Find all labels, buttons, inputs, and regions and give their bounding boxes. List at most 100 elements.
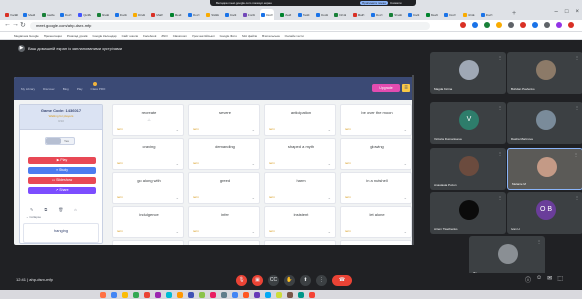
present-icon[interactable]: ⬆ [300, 275, 311, 286]
scrollbar[interactable] [412, 75, 414, 245]
bookmark-item[interactable]: Сайт школи [122, 34, 139, 38]
browser-tab[interactable]: Task × [297, 9, 311, 20]
tab-close-icon[interactable]: × [124, 12, 126, 17]
word-card[interactable]: go along with term ⌄ [112, 172, 184, 204]
browser-tab[interactable]: Docs × [114, 9, 128, 20]
share-button[interactable]: ↗ Share [28, 187, 96, 194]
app-nav-item[interactable]: Class PRO [91, 87, 106, 91]
browser-tab[interactable]: Game × [41, 9, 55, 20]
activities-icon[interactable]: ⬚ [557, 275, 563, 284]
more-options-icon[interactable]: ⋮ [575, 55, 579, 60]
play-button[interactable]: ▶ Play [28, 157, 96, 164]
url-field[interactable]: meet.google.com/ahp-dsrx-mfp [30, 22, 430, 30]
tab-close-icon[interactable]: × [88, 12, 90, 17]
chevron-down-icon[interactable]: ⌄ [404, 127, 407, 132]
people-icon[interactable]: ☺ [536, 275, 542, 284]
more-options-icon[interactable]: ⋮ [498, 105, 502, 110]
taskbar-app-icon[interactable] [221, 291, 227, 298]
tab-close-icon[interactable]: × [289, 12, 291, 17]
bookmark-item[interactable]: Вчительська [262, 34, 279, 38]
app-nav-item[interactable]: Discover [43, 87, 55, 91]
chevron-down-icon[interactable]: ⌄ [328, 127, 331, 132]
tab-close-icon[interactable]: × [344, 12, 346, 17]
bookmark-item[interactable]: Google Фото [220, 34, 237, 38]
raise-hand-icon[interactable]: ✋ [284, 275, 295, 286]
reload-icon[interactable]: ↻ [20, 21, 26, 29]
browser-tab[interactable]: Mail × [150, 9, 164, 20]
upgrade-button[interactable]: Upgrade [372, 84, 400, 92]
bookmark-item[interactable]: Презентации [44, 34, 62, 38]
taskbar-app-icon[interactable] [287, 291, 293, 298]
word-card[interactable]: publicterm⌄ [264, 240, 336, 245]
word-card[interactable]: recreate ⛬ term ⌄ [112, 104, 184, 136]
word-card[interactable]: harm term ⌄ [264, 172, 336, 204]
chevron-down-icon[interactable]: ⌄ [328, 161, 331, 166]
more-icon[interactable]: ⋮ [316, 275, 327, 286]
browser-tab[interactable]: Form × [242, 9, 256, 20]
word-card[interactable]: severe term ⌄ [188, 104, 260, 136]
mic-off-icon[interactable]: 🎙 [236, 275, 247, 286]
tab-close-icon[interactable]: × [326, 12, 328, 17]
forward-icon[interactable]: → [12, 21, 19, 28]
tab-close-icon[interactable]: × [307, 12, 309, 17]
copy-icon[interactable]: ⧉ [44, 207, 47, 212]
browser-tab[interactable]: Slides × [205, 9, 219, 20]
tab-close-icon[interactable]: × [70, 12, 72, 17]
browser-tab[interactable]: Meet × [279, 9, 293, 20]
hide-banner-button[interactable]: Сховати [390, 1, 402, 5]
bookmark-item[interactable]: Google Календар [93, 34, 117, 38]
end-call-icon[interactable]: ☎ [332, 275, 352, 286]
tab-close-icon[interactable]: × [143, 12, 145, 17]
tab-close-icon[interactable]: × [381, 12, 383, 17]
app-nav-item[interactable]: My Library [21, 87, 35, 91]
taskbar-app-icon[interactable] [177, 291, 183, 298]
word-card[interactable]: let alone term ⌄ [340, 206, 412, 238]
chevron-down-icon[interactable]: ⌄ [176, 195, 179, 200]
word-card[interactable]: craving term ⌄ [112, 138, 184, 170]
more-options-icon[interactable]: ⋮ [537, 239, 541, 244]
more-options-icon[interactable]: ⋮ [498, 151, 502, 156]
chevron-down-icon[interactable]: ⌄ [404, 229, 407, 234]
bookmark-item[interactable]: Розклад уроків [67, 34, 88, 38]
chevron-down-icon[interactable]: ⌄ [404, 161, 407, 166]
more-options-icon[interactable]: ⋮ [498, 55, 502, 60]
browser-tab[interactable]: Meet × [169, 9, 183, 20]
slideshow-button[interactable]: ▭ Slideshow [28, 177, 96, 184]
browser-tab[interactable]: Sheet × [96, 9, 110, 20]
bookmark-item[interactable]: Classroom [173, 34, 187, 38]
bookmark-item[interactable]: ZNO [161, 34, 167, 38]
tab-close-icon[interactable]: × [161, 12, 163, 17]
bookmark-item[interactable]: Урок англійської [192, 34, 215, 38]
tab-close-icon[interactable]: × [271, 12, 273, 17]
browser-tab[interactable]: Docs × [224, 9, 238, 20]
word-card[interactable]: not my cup of teaterm⌄ [188, 240, 260, 245]
taskbar-app-icon[interactable] [276, 291, 282, 298]
tab-close-icon[interactable]: × [234, 12, 236, 17]
taskbar-app-icon[interactable] [122, 291, 128, 298]
tab-close-icon[interactable]: × [15, 12, 17, 17]
tab-close-icon[interactable]: × [399, 12, 401, 17]
browser-tab[interactable]: Doc × [260, 9, 275, 20]
chevron-down-icon[interactable]: ⌄ [328, 195, 331, 200]
taskbar-app-icon[interactable] [199, 291, 205, 298]
chevron-down-icon[interactable]: ⌄ [328, 229, 331, 234]
browser-tab[interactable]: Quizlet× [77, 9, 91, 20]
captions-icon[interactable]: CC [268, 275, 279, 286]
tab-close-icon[interactable]: × [33, 12, 35, 17]
trash-icon[interactable]: 🗑 [58, 207, 63, 212]
taskbar-app-icon[interactable] [133, 291, 139, 298]
browser-tab[interactable]: Docs × [315, 9, 329, 20]
browser-tab[interactable]: Drive × [132, 9, 146, 20]
taskbar-app-icon[interactable] [166, 291, 172, 298]
tab-close-icon[interactable]: × [51, 12, 53, 17]
chevron-down-icon[interactable]: ⌄ [252, 195, 255, 200]
chevron-down-icon[interactable]: ⌄ [176, 161, 179, 166]
word-card[interactable]: indulgence term ⌄ [112, 206, 184, 238]
app-nav-item[interactable]: Blog [63, 87, 69, 91]
more-options-icon[interactable]: ⋮ [498, 195, 502, 200]
browser-tab[interactable]: Mail × [352, 9, 366, 20]
browser-tab[interactable]: Doc × [59, 9, 73, 20]
chevron-down-icon[interactable]: ⌄ [252, 127, 255, 132]
word-card[interactable]: infer term ⌄ [188, 206, 260, 238]
chevron-down-icon[interactable]: ⌄ [252, 161, 255, 166]
